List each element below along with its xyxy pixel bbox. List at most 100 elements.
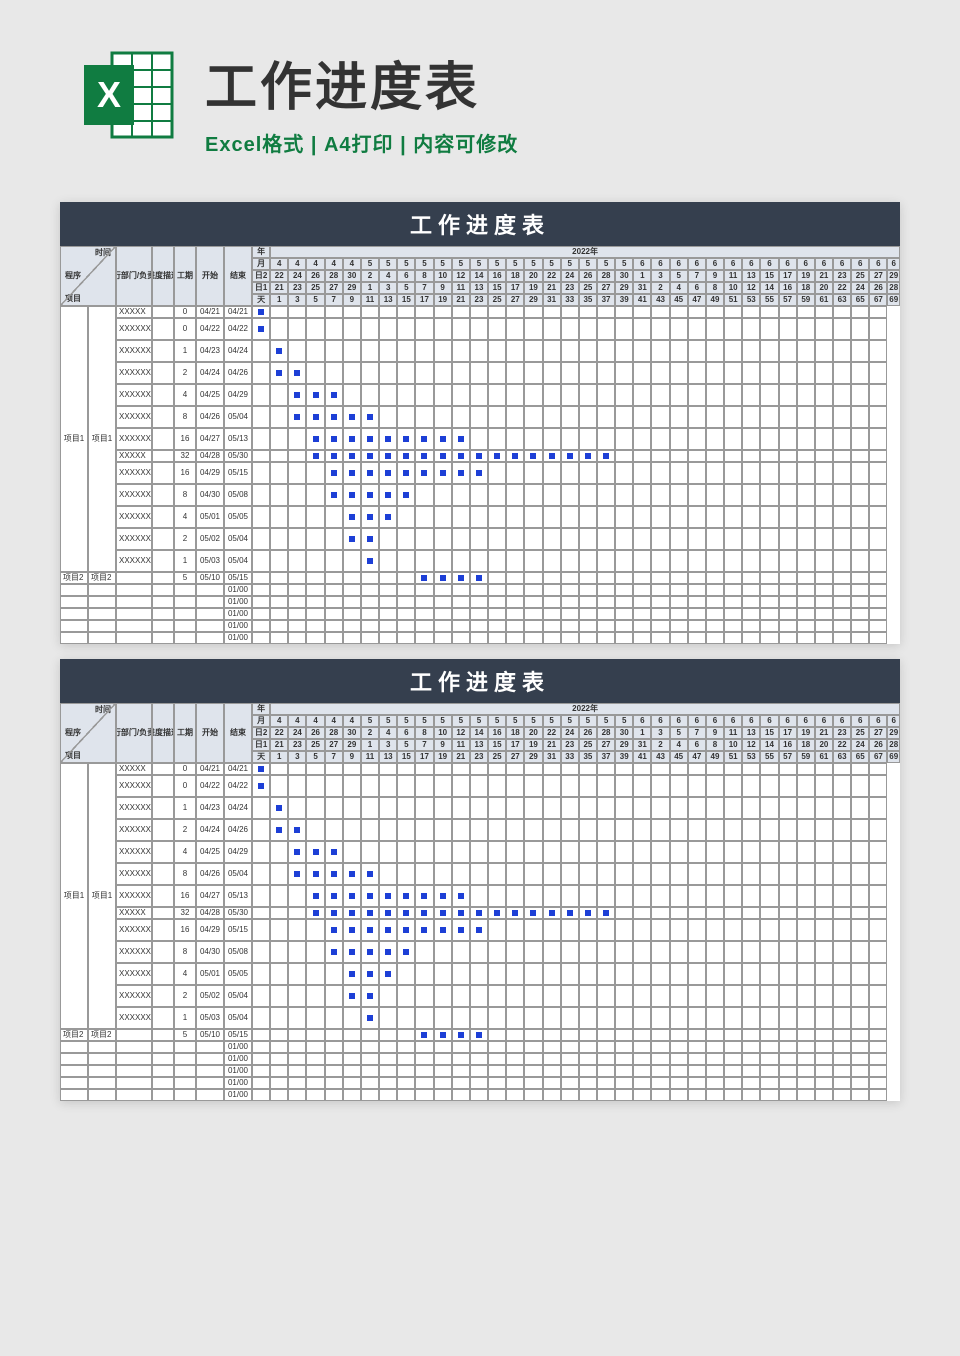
date2-cell: 13 (742, 270, 760, 282)
date2-cell: 4 (379, 727, 397, 739)
gantt-cell (470, 550, 488, 572)
gantt-cell (397, 306, 415, 318)
progress-cell (152, 1065, 174, 1077)
gantt-bar-icon (458, 575, 464, 581)
gantt-cell (325, 1007, 343, 1029)
gantt-cell (524, 1007, 542, 1029)
gantt-cell (543, 584, 561, 596)
day-cell: 37 (597, 751, 615, 763)
gantt-cell (270, 1029, 288, 1041)
gantt-cell (379, 963, 397, 985)
gantt-bar-icon (276, 370, 282, 376)
gantt-cell (760, 1053, 778, 1065)
end-cell: 04/29 (224, 841, 252, 863)
date1-cell: 24 (851, 282, 869, 294)
gantt-cell (415, 797, 433, 819)
dept-cell: XXXXXX (116, 985, 152, 1007)
gantt-cell (597, 428, 615, 450)
gantt-cell (415, 775, 433, 797)
gantt-bar-icon (476, 910, 482, 916)
gantt-cell (615, 608, 633, 620)
gantt-cell (815, 428, 833, 450)
gantt-cell (633, 763, 651, 775)
gantt-cell (397, 819, 415, 841)
gantt-cell (797, 528, 815, 550)
gantt-bar-icon (385, 436, 391, 442)
gantt-cell (688, 1007, 706, 1029)
gantt-cell (379, 362, 397, 384)
gantt-bar-icon (349, 927, 355, 933)
gantt-cell (742, 608, 760, 620)
gantt-cell (797, 1077, 815, 1089)
duration-cell: 0 (174, 775, 196, 797)
proj-cell (88, 608, 116, 620)
gantt-cell (760, 985, 778, 1007)
gantt-cell (688, 1053, 706, 1065)
progress-cell (152, 1007, 174, 1029)
gantt-cell (415, 885, 433, 907)
gantt-cell (633, 1053, 651, 1065)
day-cell: 3 (288, 294, 306, 306)
gantt-cell (252, 819, 270, 841)
gantt-cell (379, 406, 397, 428)
gantt-cell (434, 907, 452, 919)
gantt-cell (561, 863, 579, 885)
progress-cell (152, 632, 174, 644)
gantt-cell (779, 885, 797, 907)
gantt-bar-icon (258, 766, 264, 772)
gantt-cell (615, 406, 633, 428)
month-cell: 6 (797, 715, 815, 727)
gantt-cell (397, 907, 415, 919)
day-cell: 47 (688, 294, 706, 306)
gantt-cell (415, 406, 433, 428)
gantt-cell (706, 596, 724, 608)
month-cell: 5 (434, 258, 452, 270)
proc-cell (60, 596, 88, 608)
gantt-cell (833, 775, 851, 797)
gantt-cell (833, 484, 851, 506)
gantt-cell (306, 1089, 324, 1101)
gantt-bar-icon (349, 893, 355, 899)
gantt-cell (415, 550, 433, 572)
gantt-cell (724, 863, 742, 885)
gantt-cell (452, 620, 470, 632)
page-subtitle: Excel格式 | A4打印 | 内容可修改 (205, 128, 518, 157)
gantt-cell (397, 384, 415, 406)
gantt-cell (615, 550, 633, 572)
gantt-cell (615, 1077, 633, 1089)
gantt-cell (325, 340, 343, 362)
gantt-cell (361, 362, 379, 384)
duration-cell: 16 (174, 428, 196, 450)
gantt-cell (597, 1041, 615, 1053)
label-day: 天 (252, 751, 270, 763)
gantt-cell (561, 506, 579, 528)
end-cell: 05/04 (224, 550, 252, 572)
start-cell (196, 1053, 224, 1065)
month-cell: 6 (779, 258, 797, 270)
gantt-cell (325, 596, 343, 608)
gantt-cell (724, 584, 742, 596)
gantt-bar-icon (276, 827, 282, 833)
gantt-cell (779, 1089, 797, 1101)
gantt-cell (760, 450, 778, 462)
gantt-cell (670, 620, 688, 632)
gantt-cell (506, 384, 524, 406)
gantt-cell (797, 985, 815, 1007)
gantt-cell (779, 907, 797, 919)
gantt-cell (561, 841, 579, 863)
gantt-cell (633, 428, 651, 450)
gantt-cell (561, 306, 579, 318)
gantt-cell (561, 1053, 579, 1065)
gantt-cell (797, 1065, 815, 1077)
gantt-cell (815, 1007, 833, 1029)
gantt-cell (706, 384, 724, 406)
date2-cell: 25 (851, 270, 869, 282)
gantt-cell (579, 528, 597, 550)
gantt-cell (270, 1007, 288, 1029)
gantt-cell (252, 763, 270, 775)
gantt-cell (325, 941, 343, 963)
gantt-cell (615, 919, 633, 941)
dept-cell (116, 1029, 152, 1041)
gantt-cell (651, 550, 669, 572)
gantt-cell (579, 763, 597, 775)
